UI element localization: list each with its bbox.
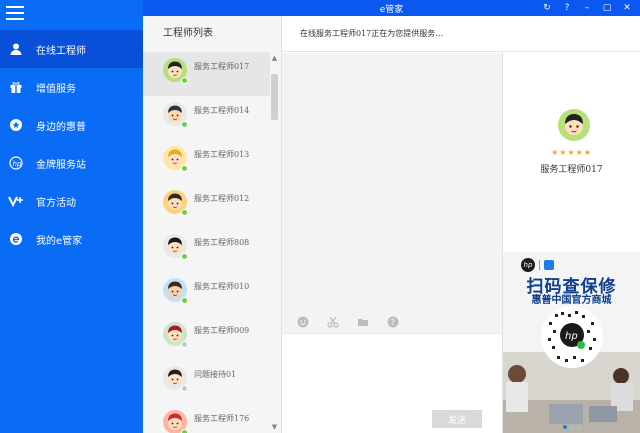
- status-dot: [181, 429, 188, 433]
- profile-name: 服务工程师017: [540, 165, 603, 175]
- scroll-up-icon[interactable]: ▲: [270, 54, 279, 64]
- status-dot: [181, 165, 188, 172]
- svg-text:hp: hp: [565, 331, 578, 342]
- status-dot: [181, 253, 188, 260]
- status-dot: [181, 297, 188, 304]
- status-dot: [181, 121, 188, 128]
- divider: [539, 260, 540, 270]
- message-input[interactable]: 发送: [282, 333, 502, 433]
- engineer-list-item[interactable]: 服务工程师176: [143, 404, 270, 433]
- scissors-icon[interactable]: [326, 315, 340, 329]
- status-dot: [181, 77, 188, 84]
- engineer-name: 问题接待01: [194, 370, 237, 379]
- promo-banner[interactable]: hp 扫码查保修 惠普中国官方商城 hp: [502, 252, 640, 433]
- svg-text:hp: hp: [13, 160, 22, 168]
- engineer-name: 服务工程师014: [194, 106, 250, 115]
- chat-header: 在线服务工程师017正在为您提供服务…: [282, 16, 640, 52]
- engineer-list-item[interactable]: 问题接待01: [143, 360, 270, 404]
- sidebar-item-gold-station[interactable]: hp 金牌服务站: [0, 144, 143, 182]
- engineer-list-item[interactable]: 服务工程师014: [143, 96, 270, 140]
- sidebar-item-label: 身边的惠普: [36, 121, 86, 133]
- folder-icon[interactable]: [356, 315, 370, 329]
- minimize-icon[interactable]: –: [580, 1, 594, 15]
- emoji-icon[interactable]: [296, 315, 310, 329]
- engineer-list-item[interactable]: 服务工程师017: [143, 52, 270, 96]
- e-logo-icon: [8, 231, 24, 247]
- engineer-list-item[interactable]: 服务工程师010: [143, 272, 270, 316]
- carousel-dots[interactable]: [503, 425, 640, 429]
- engineer-list-item[interactable]: 服务工程师009: [143, 316, 270, 360]
- sidebar-nav: 在线工程师 增值服务 身边的惠普 hp 金牌服务站 官方活动 我的e管家: [0, 30, 143, 258]
- sidebar-item-label: 金牌服务站: [36, 159, 86, 171]
- chat-area: 在线服务工程师017正在为您提供服务… ? 发送: [282, 16, 640, 433]
- scroll-down-icon[interactable]: ▼: [270, 423, 279, 433]
- engineer-list-item[interactable]: 服务工程师013: [143, 140, 270, 184]
- maximize-icon[interactable]: ▢: [600, 1, 614, 15]
- engineer-name: 服务工程师176: [194, 414, 250, 423]
- help-icon[interactable]: ?: [560, 1, 574, 15]
- sidebar-item-official-events[interactable]: 官方活动: [0, 182, 143, 220]
- qr-code: hp: [541, 306, 603, 368]
- help-circle-icon[interactable]: ?: [386, 315, 400, 329]
- sidebar-item-online-engineer[interactable]: 在线工程师: [0, 30, 143, 68]
- sidebar-item-my-e-manager[interactable]: 我的e管家: [0, 220, 143, 258]
- vplus-icon: [8, 193, 24, 209]
- engineer-name: 服务工程师010: [194, 282, 250, 291]
- svg-text:?: ?: [391, 318, 395, 327]
- status-dot: [181, 341, 188, 348]
- refresh-icon[interactable]: ↻: [540, 1, 554, 15]
- engineer-name: 服务工程师808: [194, 238, 250, 247]
- engineer-list-item[interactable]: 服务工程师808: [143, 228, 270, 272]
- rating-stars: ★★★★★: [551, 148, 592, 157]
- sidebar: 在线工程师 增值服务 身边的惠普 hp 金牌服务站 官方活动 我的e管家: [0, 0, 143, 433]
- engineer-icon: [8, 41, 24, 57]
- message-area: [282, 53, 502, 311]
- close-icon[interactable]: ✕: [620, 1, 634, 15]
- engineer-profile: ★★★★★ 服务工程师017: [502, 52, 640, 252]
- hp-logo-icon: hp: [8, 155, 24, 171]
- chat-toolbar: ?: [282, 311, 502, 333]
- engineer-list-panel: 工程师列表 服务工程师017 服务工程师014 服务工程师013 服务工程师012 服务…: [143, 16, 282, 433]
- sidebar-item-label: 在线工程师: [36, 45, 86, 57]
- location-icon: [8, 117, 24, 133]
- e-logo-icon: [544, 260, 554, 270]
- ad-brand: hp: [521, 258, 554, 272]
- sidebar-item-label: 增值服务: [36, 83, 76, 95]
- hp-logo-icon: hp: [521, 258, 535, 272]
- engineer-name: 服务工程师017: [194, 62, 250, 71]
- sidebar-item-label: 官方活动: [36, 197, 76, 209]
- menu-icon[interactable]: [6, 6, 24, 20]
- carousel-dot[interactable]: [576, 425, 581, 429]
- carousel-dot[interactable]: [562, 425, 567, 429]
- profile-avatar: [558, 109, 590, 141]
- engineer-list: 服务工程师017 服务工程师014 服务工程师013 服务工程师012 服务工程师808…: [143, 52, 270, 433]
- sidebar-item-nearby-hp[interactable]: 身边的惠普: [0, 106, 143, 144]
- engineer-list-item[interactable]: 服务工程师012: [143, 184, 270, 228]
- sidebar-item-label: 我的e管家: [36, 235, 83, 247]
- engineer-list-scrollbar[interactable]: ▲ ▼: [270, 54, 279, 433]
- scrollbar-thumb[interactable]: [271, 74, 278, 120]
- gift-icon: [8, 79, 24, 95]
- send-button[interactable]: 发送: [432, 410, 482, 428]
- status-dot: [181, 209, 188, 216]
- engineer-name: 服务工程师013: [194, 150, 250, 159]
- engineer-list-title: 工程师列表: [143, 16, 281, 52]
- sidebar-item-value-added[interactable]: 增值服务: [0, 68, 143, 106]
- window-controls: ↻ ? – ▢ ✕: [540, 1, 634, 15]
- engineer-name: 服务工程师009: [194, 326, 250, 335]
- engineer-name: 服务工程师012: [194, 194, 250, 203]
- carousel-dot[interactable]: [569, 425, 574, 429]
- ad-subline: 惠普中国官方商城: [531, 295, 612, 306]
- title-bar: e管家 ↻ ? – ▢ ✕: [143, 0, 640, 16]
- status-dot: [181, 385, 188, 392]
